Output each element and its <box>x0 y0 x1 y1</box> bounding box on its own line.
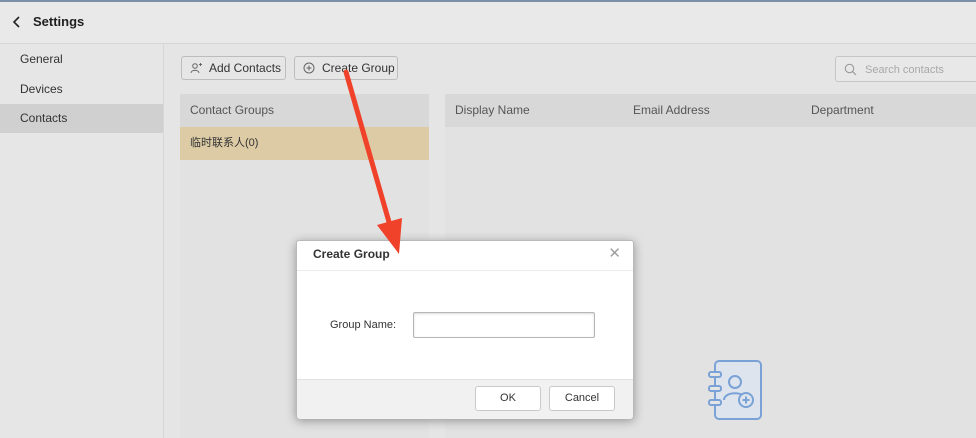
annotation-arrow <box>343 69 402 254</box>
